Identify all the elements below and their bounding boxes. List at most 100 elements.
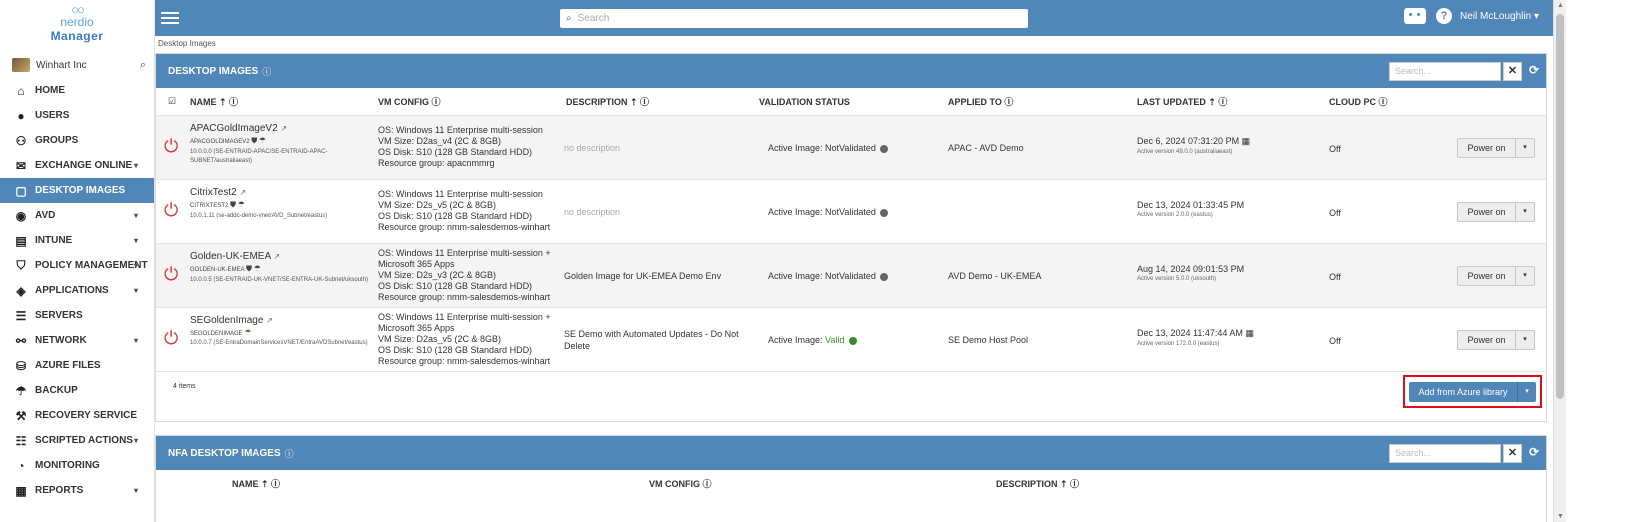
image-name-link[interactable]: CitrixTest2 ↗ [190,187,370,198]
image-vm-name: SEGOLDENIMAGE ☂ [190,328,252,337]
vm-config-cell: OS: Windows 11 Enterprise multi-session … [378,248,568,303]
report-icon: ▦ [15,483,27,498]
global-search-placeholder: Search [577,13,610,24]
power-on-label[interactable]: Power on [1458,331,1516,349]
sidebar-item-network[interactable]: ⚯ NETWORK ▾ [0,328,154,353]
sidebar-item-home[interactable]: ⌂ HOME [0,78,154,103]
sidebar-item-label: REPORTS [35,485,84,496]
desktop-images-header: DESKTOP IMAGES ⓘ Search... ✕ ⟳ [156,54,1546,88]
shield-icon: ⛉ [16,258,26,272]
umbrella-icon: ☂ [15,383,27,398]
nfa-clear-search-button[interactable]: ✕ [1503,444,1522,463]
column-name[interactable]: NAME ⇡ ⓘ [190,95,238,108]
hamburger-menu-icon[interactable] [161,9,179,27]
nfa-refresh-icon[interactable]: ⟳ [1529,445,1539,459]
nfa-desktop-images-panel: NFA DESKTOP IMAGES ⓘ Search... ✕ ⟳ NAME … [155,435,1547,522]
sidebar-item-label: AZURE FILES [35,360,101,371]
row-actions-chevron-icon[interactable]: ▾ [1516,203,1534,221]
page-scrollbar[interactable]: ▲ ▼ [1553,0,1566,522]
scroll-up-icon[interactable]: ▲ [1557,2,1564,9]
power-on-label[interactable]: Power on [1458,267,1516,285]
chevron-down-icon: ▾ [133,236,138,245]
power-on-button[interactable]: Power on ▾ [1457,330,1535,350]
user-menu[interactable]: Neil McLoughlin ▾ [1460,11,1539,22]
sidebar-item-backup[interactable]: ☂ BACKUP [0,378,154,403]
user-icon: ● [17,108,25,123]
active-version: Active version 49.0.0 (australiaeast) [1137,149,1233,155]
power-on-label[interactable]: Power on [1458,139,1516,157]
sidebar-item-monitoring[interactable]: ◔ MONITORING [0,453,154,478]
select-all-checkbox-icon[interactable]: ☑ [168,96,176,107]
sidebar-item-policy-management[interactable]: ⛉ POLICY MANAGEMENT ▾ [0,253,154,278]
image-name-link[interactable]: SEGoldenImage ↗ [190,315,370,326]
column-last-updated[interactable]: LAST UPDATED ⇡ ⓘ [1137,95,1227,108]
logo-text: nerdio [60,15,94,29]
sidebar-item-avd[interactable]: ◉ AVD ▾ [0,203,154,228]
image-name-link[interactable]: APACGoldImageV2 ↗ [190,123,370,134]
add-from-azure-highlight: Add from Azure library ▾ [1403,375,1542,408]
cloud-icon: ☂ [253,264,261,273]
chatbot-icon[interactable] [1404,8,1427,24]
sidebar-item-recovery-service[interactable]: ⚒ RECOVERY SERVICE [0,403,154,428]
row-actions-chevron-icon[interactable]: ▾ [1516,267,1534,285]
sidebar-item-desktop-images[interactable]: ▢ DESKTOP IMAGES [0,178,154,203]
power-on-button[interactable]: Power on ▾ [1457,138,1535,158]
table-row[interactable]: ⏻ APACGoldImageV2 ↗ APACGOLDIMAGEV2 ⛊ ☂ … [156,115,1546,179]
image-name-cell: SEGoldenImage ↗ SEGOLDENIMAGE ☂ 10.0.0.7… [190,315,370,348]
applied-to-cell[interactable]: APAC - AVD Demo [948,143,1128,153]
power-on-button[interactable]: Power on ▾ [1457,266,1535,286]
tenant-search-icon[interactable]: ⌕ [140,59,146,72]
sidebar-item-servers[interactable]: ☰ SERVERS [0,303,154,328]
sidebar-item-reports[interactable]: ▦ REPORTS ▾ [0,478,154,503]
sidebar-item-users[interactable]: ● USERS [0,103,154,128]
row-actions-chevron-icon[interactable]: ▾ [1516,331,1534,349]
sidebar-item-intune[interactable]: ▤ INTUNE ▾ [0,228,154,253]
sidebar-item-groups[interactable]: ⚇ GROUPS [0,128,154,153]
cloud-pc-cell: Off [1329,336,1341,346]
items-count: 4 items [173,383,196,390]
add-dropdown-chevron-icon[interactable]: ▾ [1518,382,1536,402]
sidebar-nav: ⌂ HOME ● USERS ⚇ GROUPS ✉ EXCHANGE ONLINE ▾ ▢ DESK… [0,78,154,503]
image-name-link[interactable]: Golden-UK-EMEA ↗ [190,251,370,262]
row-actions-chevron-icon[interactable]: ▾ [1516,139,1534,157]
scrollbar-thumb[interactable] [1556,14,1564,399]
scroll-down-icon[interactable]: ▼ [1557,513,1564,520]
applied-to-cell[interactable]: AVD Demo - UK-EMEA [948,271,1128,281]
applied-to-cell[interactable]: SE Demo Host Pool [948,335,1128,345]
desktop-images-search-input[interactable]: Search... [1389,62,1501,81]
top-bar: ⌕ Search ? Neil McLoughlin ▾ [155,0,1553,36]
sidebar-item-label: NETWORK [35,335,87,346]
power-on-label[interactable]: Power on [1458,203,1516,221]
nfa-search-input[interactable]: Search... [1389,444,1501,463]
table-row[interactable]: ⏻ CitrixTest2 ↗ CITRIXTEST2 ⛊ ☂ 10.0.1.1… [156,179,1546,243]
sidebar-item-exchange-online[interactable]: ✉ EXCHANGE ONLINE ▾ [0,153,154,178]
nfa-column-description[interactable]: DESCRIPTION ⇡ ⓘ [996,477,1079,490]
image-subnet: 10.0.0.0 (SE-ENTRAID-APAC/SE-ENTRAID-APA… [190,149,328,164]
refresh-icon[interactable]: ⟳ [1529,63,1539,77]
shield-icon: ⛊ [251,136,258,145]
table-row[interactable]: ⏻ Golden-UK-EMEA ↗ GOLDEN-UK-EMEA ⛊ ☂ 10… [156,243,1546,307]
desktop-images-panel: DESKTOP IMAGES ⓘ Search... ✕ ⟳ ☑ NAME ⇡ … [155,53,1547,422]
info-icon[interactable]: ⓘ [262,65,271,78]
chevron-down-icon: ▾ [133,336,138,345]
help-icon[interactable]: ? [1436,8,1453,24]
sidebar-item-applications[interactable]: ◈ APPLICATIONS ▾ [0,278,154,303]
sidebar-item-scripted-actions[interactable]: ☷ SCRIPTED ACTIONS ▾ [0,428,154,453]
vm-config-line: Resource group: nmm-salesdemos-winhart [378,356,551,366]
global-search-input[interactable]: ⌕ Search [560,9,1028,28]
sidebar-item-label: USERS [35,110,70,121]
clear-search-button[interactable]: ✕ [1503,62,1522,81]
vm-config-line: VM Size: D2s_v5 (2C & 8GB) [378,200,497,210]
add-from-azure-library-button[interactable]: Add from Azure library ▾ [1409,382,1536,402]
power-on-button[interactable]: Power on ▾ [1457,202,1535,222]
description-cell: SE Demo with Automated Updates - Do Not … [564,329,739,351]
sidebar-item-azure-files[interactable]: ⛁ AZURE FILES [0,353,154,378]
cloud-pc-cell: Off [1329,144,1341,154]
tenant-selector[interactable]: Winhart Inc ⌕ [0,52,154,78]
nerdio-logo[interactable]: ○○ nerdio Manager [0,0,154,52]
info-icon[interactable]: ⓘ [285,447,294,460]
nfa-column-name[interactable]: NAME ⇡ ⓘ [232,477,280,490]
groups-icon: ⚇ [15,133,27,148]
column-description[interactable]: DESCRIPTION ⇡ ⓘ [566,95,649,108]
table-row[interactable]: ⏻ SEGoldenImage ↗ SEGOLDENIMAGE ☂ 10.0.0… [156,307,1546,371]
